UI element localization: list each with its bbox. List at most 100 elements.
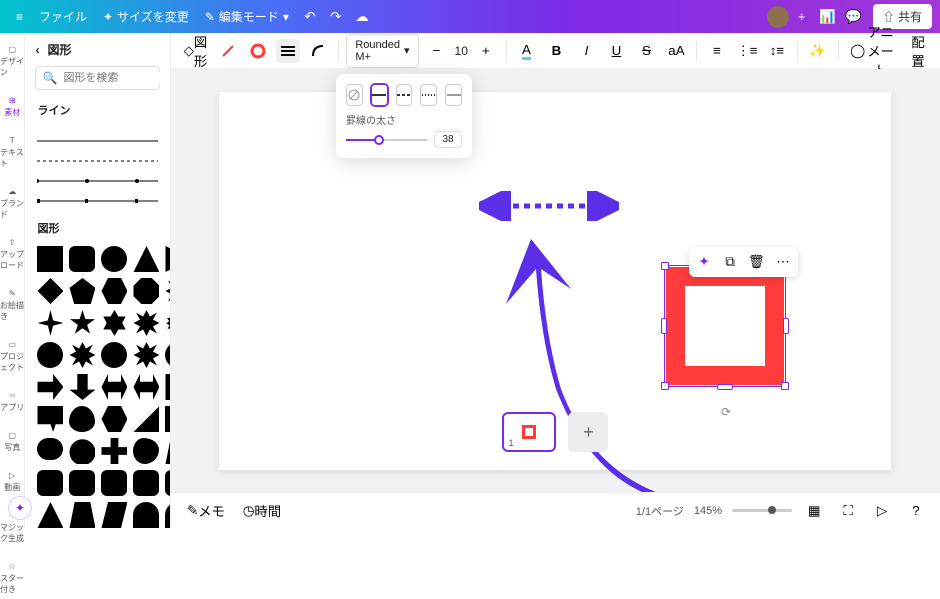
shape-triangle[interactable] [133,246,159,272]
align-button[interactable]: ≡ [705,39,729,63]
shape-octagon[interactable] [133,278,159,304]
rail-photos[interactable]: ▢写真 [4,427,20,457]
shape-tri2[interactable] [133,406,159,432]
shape-rr2[interactable] [37,470,63,496]
rail-elements[interactable]: ⊞素材 [4,92,20,122]
shape-seal-5[interactable] [133,342,159,368]
shape-seal-2[interactable] [37,342,63,368]
shape-6star[interactable] [101,310,127,336]
spacing-button[interactable]: ↕≡ [765,39,789,63]
magic-edit-button[interactable]: ✦ [692,250,716,274]
duration-button[interactable]: ◷ 時間 [239,499,285,523]
italic-button[interactable]: I [574,39,598,63]
delete-button[interactable]: 🗑 [744,250,769,274]
list-button[interactable]: ⋮≡ [735,39,759,63]
border-style-button[interactable] [276,39,300,63]
style-thin[interactable] [445,84,462,106]
resize-menu[interactable]: ✦ サイズを変更 [95,4,197,29]
editmode-menu[interactable]: ✎ 編集モード ▾ [197,4,297,29]
shape-heart[interactable] [69,438,95,464]
notes-button[interactable]: ✎ メモ [183,499,229,523]
shape-para[interactable] [101,502,127,528]
style-none[interactable] [346,84,363,106]
shape-rr3[interactable] [69,470,95,496]
thickness-slider[interactable] [346,132,428,148]
rotate-handle[interactable]: ⟳ [721,405,731,419]
edit-shape-button[interactable] [216,39,240,63]
shape-4star[interactable] [37,310,63,336]
comment-icon[interactable]: 💬 [841,4,867,30]
help-button[interactable]: ? [904,499,928,523]
shape-seal-3[interactable] [69,342,95,368]
shape-pentagon[interactable] [69,278,95,304]
rail-video[interactable]: ▷動画 [4,467,20,497]
line-style-4[interactable] [37,194,157,208]
shape-seal-4[interactable] [101,342,127,368]
menu-button[interactable]: ≡ [8,6,31,28]
rail-apps[interactable]: ▫▫アプリ [0,387,24,417]
duplicate-button[interactable]: ⧉ [718,250,742,274]
shape-5star[interactable] [69,310,95,336]
shape-rr4[interactable] [101,470,127,496]
search-input[interactable]: 🔍 [35,66,159,90]
line-style-2[interactable] [37,154,157,168]
corner-radius-button[interactable] [306,39,330,63]
shape-trap[interactable] [69,502,95,528]
zoom-slider[interactable] [732,509,792,512]
shape-pill[interactable] [37,438,63,460]
shape-blob[interactable] [69,406,95,432]
shape-arrow-down[interactable] [69,374,95,400]
position-button[interactable]: 配置 [906,39,930,63]
redo-button[interactable]: ↷ [323,4,349,30]
shape-arrow-right[interactable] [37,374,63,400]
shape-square[interactable] [37,246,63,272]
strike-button[interactable]: S [634,39,658,63]
style-solid[interactable] [371,84,388,106]
cloud-sync-icon[interactable]: ☁ [349,4,375,30]
line-style-1[interactable] [37,134,157,148]
shape-circle[interactable] [101,246,127,272]
resize-handle-s[interactable] [717,384,733,390]
shape-tri3[interactable] [37,502,63,528]
shape-rounded-square[interactable] [69,246,95,272]
resize-handle-se[interactable] [781,382,789,390]
text-color-button[interactable]: A [514,39,538,63]
rail-brand[interactable]: ☁ブランド [0,183,24,224]
style-dot[interactable] [420,84,437,106]
effects-button[interactable]: ✨ [806,39,830,63]
rail-design[interactable]: ▢デザイン [0,41,24,82]
file-menu[interactable]: ファイル [31,4,95,29]
chart-icon[interactable]: 📊 [815,4,841,30]
shape-type-button[interactable]: ◇ 図形 [181,39,210,63]
shape-banner[interactable] [37,406,63,432]
rail-starred[interactable]: ☆スター付き [0,558,24,599]
undo-button[interactable]: ↶ [297,4,323,30]
present-button[interactable]: ▷ [870,499,894,523]
style-dash[interactable] [396,84,413,106]
bold-button[interactable]: B [544,39,568,63]
rail-draw[interactable]: ✎お絵描き [0,285,24,326]
fullscreen-button[interactable]: ⛶ [836,499,860,523]
shape-diamond[interactable] [37,278,63,304]
font-selector[interactable]: Rounded M+ ▾ [346,34,418,68]
shape-arrow-lr[interactable] [101,374,127,400]
shape-hexagon[interactable] [101,278,127,304]
rail-upload[interactable]: ⇧アップロード [0,234,24,275]
more-button[interactable]: ⋯ [771,250,795,274]
fontsize-minus[interactable]: − [425,39,449,63]
canvas[interactable]: ⟳ ✦ ⧉ 🗑 ⋯ [171,69,940,492]
shape-plus[interactable] [101,438,127,464]
rail-text[interactable]: Tテキスト [0,132,24,173]
shape-arrow-lr2[interactable] [133,374,159,400]
rail-projects[interactable]: ▭プロジェクト [0,336,24,377]
underline-button[interactable]: U [604,39,628,63]
shape-rr5[interactable] [133,470,159,496]
line-style-3[interactable] [37,174,157,188]
shape-hex2[interactable] [101,406,127,432]
avatar[interactable] [767,6,789,28]
animate-button[interactable]: ◯ アニメート [846,39,900,63]
resize-handle-e[interactable] [783,318,789,334]
add-page-button[interactable]: + [568,412,608,452]
shape-halfcircle[interactable] [133,502,159,528]
border-color-button[interactable] [246,39,270,63]
